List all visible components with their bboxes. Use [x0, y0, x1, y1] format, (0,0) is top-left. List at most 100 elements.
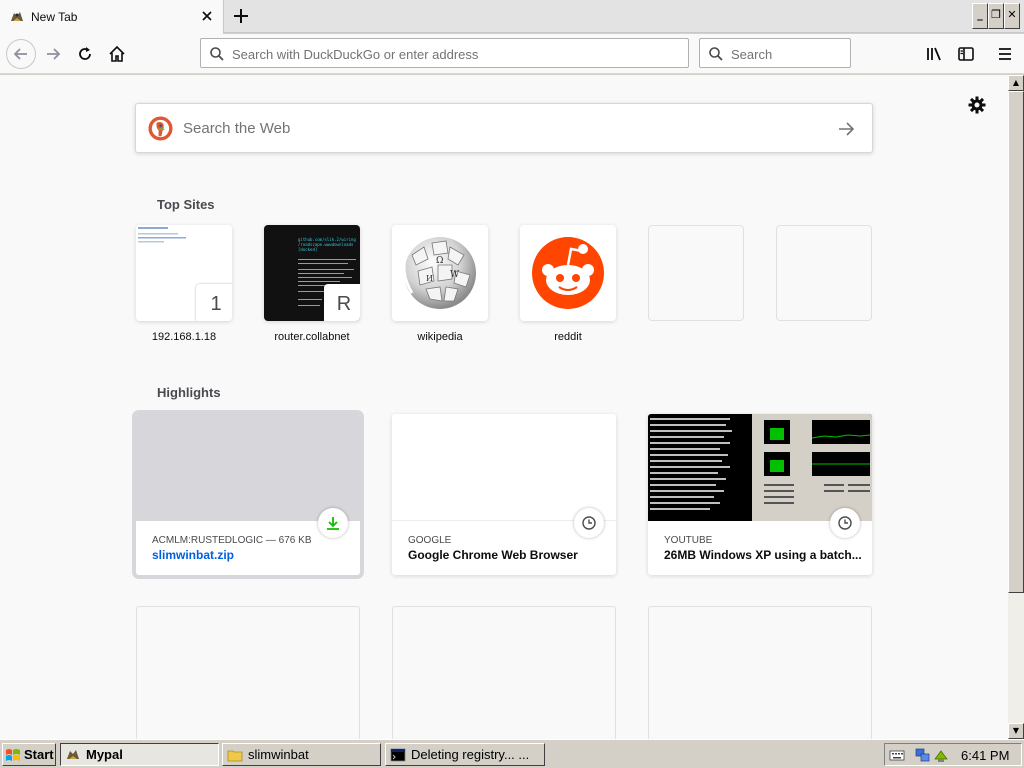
- reload-icon: [79, 47, 91, 60]
- top-site-thumbnail: Ω W И: [392, 225, 488, 321]
- nav-toolbar: Search with DuckDuckGo or enter address …: [0, 34, 1024, 74]
- web-search-box[interactable]: Search the Web: [135, 103, 873, 153]
- top-site-tile[interactable]: github.com/slik.2/wiring /roadscape.wwwd…: [264, 225, 360, 343]
- mypal-favicon-icon: [11, 12, 23, 21]
- top-site-tile[interactable]: Ω W И wikipedia: [392, 225, 488, 343]
- top-site-placeholder: [648, 225, 744, 321]
- folder-icon: [227, 750, 243, 761]
- search-submit-arrow-icon[interactable]: [836, 119, 856, 139]
- svg-text:И: И: [426, 274, 433, 283]
- sidebar-button[interactable]: [953, 41, 979, 67]
- windows-taskbar: Start Mypal slimwinbat Deleting registry…: [0, 739, 1024, 768]
- top-site-label: router.collabnet: [274, 331, 350, 343]
- clock-icon: [582, 516, 596, 530]
- address-bar[interactable]: Search with DuckDuckGo or enter address: [200, 38, 689, 68]
- scrollbar-thumb[interactable]: [1008, 91, 1024, 593]
- tab-strip: New Tab _ ❐ ✕: [0, 0, 1024, 34]
- highlights-heading: Highlights: [157, 385, 221, 400]
- highlight-card[interactable]: GOOGLE Google Chrome Web Browser: [392, 414, 616, 575]
- top-sites-heading: Top Sites: [157, 197, 215, 212]
- command-prompt-icon: [390, 748, 406, 761]
- back-arrow-icon: [13, 48, 27, 60]
- svg-text:Ω: Ω: [436, 256, 443, 266]
- visited-badge: [830, 508, 860, 538]
- search-bar-placeholder: Search: [731, 47, 773, 62]
- web-search-placeholder: Search the Web: [183, 120, 291, 137]
- reddit-logo-icon: [532, 237, 604, 309]
- taskbar-item-label: Deleting registry... ...: [411, 747, 530, 762]
- taskbar-clock[interactable]: 6:41 PM: [961, 748, 1009, 763]
- highlight-preview: [392, 414, 616, 521]
- highlight-host: GOOGLE: [408, 535, 452, 546]
- highlight-host: ACMLM:RUSTEDLOGIC — 676 KB: [152, 535, 312, 546]
- highlight-empty-slot: [136, 606, 360, 739]
- keyboard-icon[interactable]: [889, 747, 905, 763]
- close-tab-icon[interactable]: [199, 8, 215, 24]
- highlight-empty-slot: [392, 606, 616, 739]
- search-bar[interactable]: Search: [699, 38, 851, 68]
- visited-badge: [574, 508, 604, 538]
- tab-new-tab[interactable]: New Tab: [0, 0, 224, 34]
- highlight-host: YOUTUBE: [664, 535, 713, 546]
- new-tab-page: Search the Web Top Sites 1 192.168.1.18 …: [0, 75, 1008, 739]
- scroll-down-arrow-icon[interactable]: ▼: [1008, 723, 1024, 739]
- highlight-preview: [648, 414, 872, 521]
- highlight-title[interactable]: 26MB Windows XP using a batch...: [664, 548, 864, 562]
- highlight-title-link[interactable]: slimwinbat.zip: [152, 548, 352, 562]
- forward-button[interactable]: [40, 41, 66, 67]
- address-bar-placeholder: Search with DuckDuckGo or enter address: [232, 47, 479, 62]
- start-label: Start: [24, 747, 54, 762]
- top-site-letter-badge: R: [324, 284, 360, 321]
- vertical-scrollbar[interactable]: ▲ ▼: [1008, 75, 1024, 739]
- menu-button[interactable]: [992, 41, 1018, 67]
- wikipedia-globe-icon: Ω W И: [402, 237, 476, 309]
- reload-button[interactable]: [72, 41, 98, 67]
- scroll-up-arrow-icon[interactable]: ▲: [1008, 75, 1024, 91]
- tab-title: New Tab: [31, 10, 78, 24]
- gear-icon[interactable]: [967, 95, 987, 115]
- new-tab-plus-icon[interactable]: [230, 5, 252, 27]
- safely-remove-hardware-icon[interactable]: [933, 747, 949, 763]
- forward-arrow-icon: [47, 48, 61, 60]
- highlight-preview: [136, 414, 360, 521]
- download-icon: [327, 517, 339, 530]
- top-site-tile[interactable]: reddit: [520, 225, 616, 343]
- top-site-thumbnail: github.com/slik.2/wiring /roadscape.wwwd…: [264, 225, 360, 321]
- home-icon: [109, 45, 125, 62]
- taskbar-item-mypal[interactable]: Mypal: [60, 743, 219, 766]
- system-tray: 6:41 PM: [884, 743, 1022, 766]
- restore-window-button[interactable]: ❐: [988, 3, 1004, 29]
- top-site-label: reddit: [554, 331, 582, 343]
- mypal-app-icon: [67, 749, 79, 759]
- top-site-letter-badge: 1: [196, 284, 232, 321]
- highlight-title[interactable]: Google Chrome Web Browser: [408, 548, 608, 562]
- library-icon: [927, 47, 941, 61]
- taskbar-item-label: Mypal: [86, 747, 123, 762]
- taskbar-item-label: slimwinbat: [248, 747, 309, 762]
- top-site-thumbnail: 1: [136, 225, 232, 321]
- top-site-empty-slot[interactable]: [648, 225, 744, 321]
- start-button[interactable]: Start: [2, 743, 56, 766]
- back-button[interactable]: [6, 39, 36, 69]
- network-icon[interactable]: [915, 747, 931, 763]
- top-site-empty-slot[interactable]: [776, 225, 872, 321]
- windows-logo-icon: [6, 748, 20, 761]
- taskbar-item-command-prompt[interactable]: Deleting registry... ...: [385, 743, 545, 766]
- clock-icon: [838, 516, 852, 530]
- duckduckgo-logo-icon: [148, 116, 173, 141]
- highlight-card-download[interactable]: ACMLM:RUSTEDLOGIC — 676 KB slimwinbat.zi…: [136, 414, 360, 575]
- top-site-thumbnail: [520, 225, 616, 321]
- sidebar-icon: [958, 47, 974, 61]
- taskbar-item-slimwinbat[interactable]: slimwinbat: [222, 743, 381, 766]
- download-badge: [318, 508, 348, 538]
- library-button[interactable]: [921, 41, 947, 67]
- top-site-tile[interactable]: 1 192.168.1.18: [136, 225, 232, 343]
- minimize-window-button[interactable]: _: [972, 3, 988, 29]
- home-button[interactable]: [104, 41, 130, 67]
- svg-text:W: W: [450, 270, 460, 280]
- highlight-card[interactable]: YOUTUBE 26MB Windows XP using a batch...: [648, 414, 872, 575]
- close-window-button[interactable]: ✕: [1004, 3, 1020, 29]
- hamburger-menu-icon: [999, 48, 1011, 60]
- video-thumbnail: [648, 414, 872, 521]
- highlight-empty-slot: [648, 606, 872, 739]
